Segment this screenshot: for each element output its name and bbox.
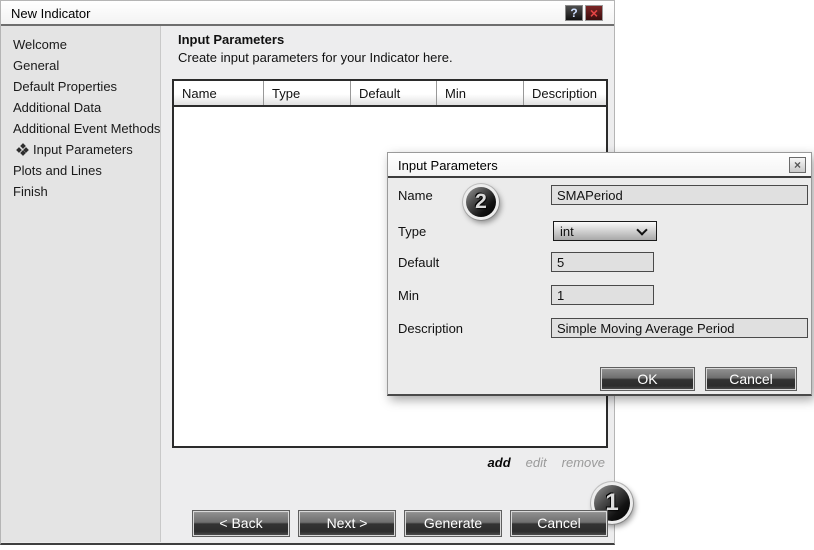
- min-label: Min: [398, 288, 419, 303]
- dialog-title: Input Parameters: [398, 158, 498, 173]
- window-title: New Indicator: [11, 6, 90, 21]
- back-button[interactable]: < Back: [192, 510, 290, 537]
- description-field[interactable]: [551, 318, 808, 338]
- sidebar-item-finish[interactable]: Finish: [1, 181, 160, 202]
- type-label: Type: [398, 224, 426, 239]
- sidebar-item-plots-and-lines[interactable]: Plots and Lines: [1, 160, 160, 181]
- column-header-name: Name: [174, 81, 264, 105]
- table-header-row: Name Type Default Min Description: [174, 81, 606, 107]
- column-header-default: Default: [351, 81, 437, 105]
- dialog-titlebar: Input Parameters ×: [388, 153, 811, 178]
- description-label: Description: [398, 321, 463, 336]
- column-header-min: Min: [437, 81, 524, 105]
- table-action-links: add edit remove: [488, 455, 605, 470]
- dialog-button-row: OK Cancel: [600, 367, 797, 391]
- default-label: Default: [398, 255, 439, 270]
- close-icon[interactable]: ×: [585, 5, 603, 21]
- sidebar-item-input-parameters[interactable]: Input Parameters: [1, 139, 160, 160]
- input-parameters-dialog: Input Parameters × Name Type int Default…: [387, 152, 812, 396]
- ok-button[interactable]: OK: [600, 367, 695, 391]
- callout-step-2-badge: 2: [463, 184, 499, 220]
- dialog-close-icon[interactable]: ×: [789, 157, 806, 173]
- wizard-sidebar: Welcome General Default Properties Addit…: [1, 26, 161, 542]
- active-step-diamond-icon: [17, 144, 28, 155]
- sidebar-item-general[interactable]: General: [1, 55, 160, 76]
- type-select[interactable]: int: [553, 221, 657, 241]
- name-label: Name: [398, 188, 433, 203]
- sidebar-item-welcome[interactable]: Welcome: [1, 34, 160, 55]
- name-field[interactable]: [551, 185, 808, 205]
- wizard-button-row: < Back Next > Generate Cancel: [192, 510, 608, 537]
- min-field[interactable]: [551, 285, 654, 305]
- edit-link[interactable]: edit: [526, 455, 547, 470]
- page-title: Input Parameters: [178, 32, 284, 47]
- dialog-cancel-button[interactable]: Cancel: [705, 367, 797, 391]
- sidebar-item-additional-data[interactable]: Additional Data: [1, 97, 160, 118]
- column-header-description: Description: [524, 81, 606, 105]
- help-icon[interactable]: ?: [565, 5, 583, 21]
- sidebar-item-label: Input Parameters: [33, 142, 133, 157]
- chevron-down-icon: [636, 224, 647, 235]
- add-link[interactable]: add: [488, 455, 511, 470]
- remove-link[interactable]: remove: [562, 455, 605, 470]
- window-titlebar: New Indicator ? ×: [1, 1, 614, 26]
- generate-button[interactable]: Generate: [404, 510, 502, 537]
- next-button[interactable]: Next >: [298, 510, 396, 537]
- sidebar-item-default-properties[interactable]: Default Properties: [1, 76, 160, 97]
- cancel-button[interactable]: Cancel: [510, 510, 608, 537]
- type-select-value: int: [560, 224, 574, 239]
- page-subtitle: Create input parameters for your Indicat…: [178, 50, 453, 65]
- sidebar-item-additional-event-methods[interactable]: Additional Event Methods: [1, 118, 160, 139]
- column-header-type: Type: [264, 81, 351, 105]
- default-field[interactable]: [551, 252, 654, 272]
